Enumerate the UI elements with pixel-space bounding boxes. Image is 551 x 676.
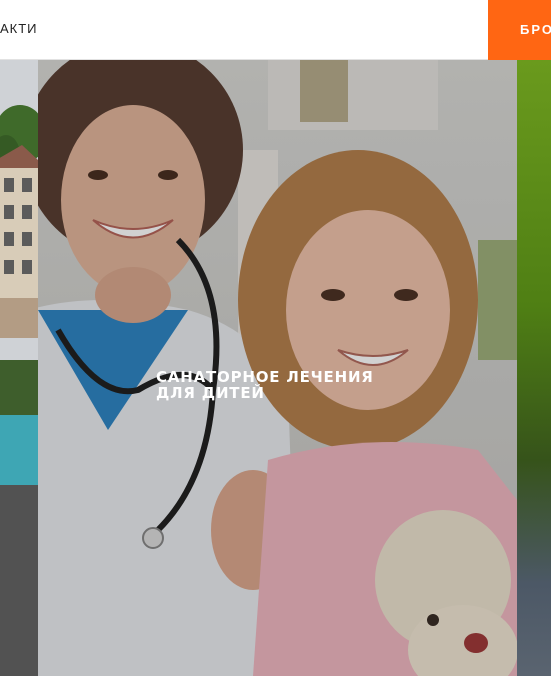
slide-nature-partial[interactable] [517, 60, 551, 676]
slide-title-line-1: САНАТОРНОЕ ЛЕЧЕНИЯ [156, 368, 374, 386]
site-header: АКТИ БРО [0, 0, 551, 60]
book-button[interactable]: БРО [488, 0, 551, 60]
slide-sanatorium-children[interactable]: САНАТОРНОЕ ЛЕЧЕНИЯ ДЛЯ ДИТЕЙ [38, 60, 517, 676]
nav-link-contacts[interactable]: АКТИ [0, 21, 38, 36]
slide-resort-partial[interactable] [0, 60, 38, 676]
slide-title-line-2: ДЛЯ ДИТЕЙ [156, 384, 265, 402]
resort-image [0, 60, 38, 676]
slide-title[interactable]: САНАТОРНОЕ ЛЕЧЕНИЯ ДЛЯ ДИТЕЙ [156, 369, 374, 401]
hero-slider: САНАТОРНОЕ ЛЕЧЕНИЯ ДЛЯ ДИТЕЙ [0, 60, 551, 676]
